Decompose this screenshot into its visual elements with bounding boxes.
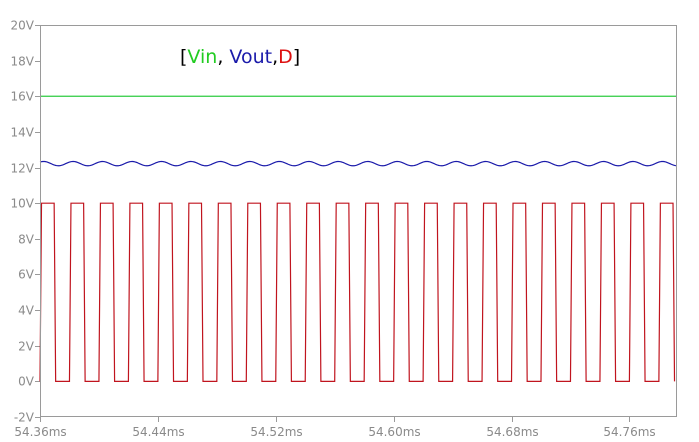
x-tick-label: 54.36ms: [14, 425, 66, 439]
y-tick-label: 2V: [18, 340, 35, 354]
y-tick-label: 12V: [11, 162, 35, 176]
y-axis: -2V 0V 2V 4V 6V 8V 10V 12V 14V 16V 18V 20V: [11, 19, 40, 425]
y-tick-label: 16V: [11, 90, 35, 104]
waveform-chart: -2V0V2V4V6V8V10V12V14V16V18V20V 54.36ms 5…: [11, 19, 678, 439]
legend: [Vin, Vout,D]: [180, 46, 300, 68]
x-tick-label: 54.52ms: [250, 425, 302, 439]
legend-item-d: D: [278, 46, 293, 68]
x-tick-label: 54.44ms: [132, 425, 184, 439]
legend-item-vin: Vin: [187, 46, 217, 68]
y-tick-label: 0V: [18, 375, 35, 389]
x-tick-label: 54.76ms: [603, 425, 655, 439]
x-tick-label: 54.60ms: [368, 425, 420, 439]
y-tick-label: 14V: [11, 126, 35, 140]
y-tick-label: 20V: [11, 19, 35, 33]
series-vout-line: [39, 160, 678, 167]
series-layer: [39, 95, 678, 382]
x-tick-label: 54.68ms: [486, 425, 538, 439]
legend-bracket: [: [180, 46, 187, 68]
y-tick-label: 4V: [18, 304, 35, 318]
legend-bracket: ]: [293, 46, 300, 68]
x-axis: 54.36ms 54.44ms 54.52ms 54.60ms 54.68ms 54.76…: [14, 417, 656, 439]
legend-separator: ,: [217, 46, 229, 68]
y-tick-label: 8V: [18, 233, 35, 247]
plot-frame: [40, 25, 677, 417]
series-d-line: [39, 202, 676, 382]
y-tick-label: 6V: [18, 268, 35, 282]
legend-item-vout: Vout: [229, 46, 272, 68]
y-tick-label: -2V: [14, 411, 35, 425]
y-tick-label: 18V: [11, 55, 35, 69]
y-tick-label: 10V: [11, 197, 35, 211]
